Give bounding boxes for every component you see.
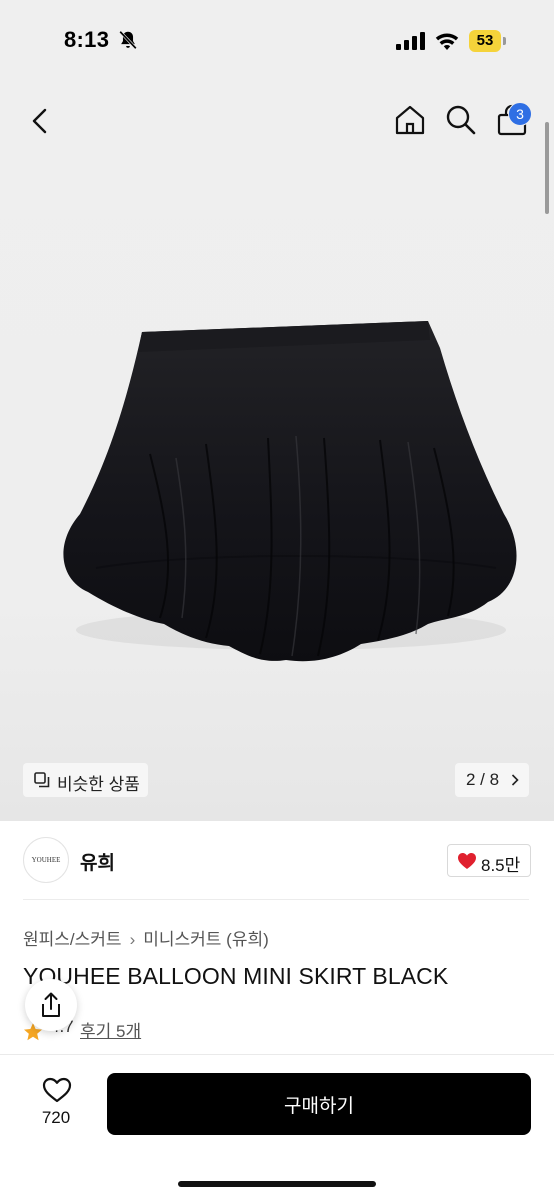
section-divider: [23, 899, 529, 900]
brand-like-button[interactable]: 8.5만: [447, 844, 531, 877]
home-indicator: [178, 1181, 376, 1187]
gallery-pager[interactable]: 2 / 8: [455, 763, 529, 797]
breadcrumb-subcategory[interactable]: 미니스커트 (유희): [143, 930, 269, 949]
breadcrumb-category[interactable]: 원피스/스커트: [23, 930, 122, 949]
product-title: YOUHEE BALLOON MINI SKIRT BLACK: [23, 963, 449, 989]
breadcrumb: 원피스/스커트 › 미니스커트 (유희): [23, 925, 269, 950]
share-button[interactable]: [25, 979, 77, 1031]
battery-tip: [503, 37, 506, 45]
reviews-link[interactable]: 후기 5개: [80, 1017, 141, 1042]
chevron-right-icon: [511, 774, 519, 786]
battery-level: 53: [469, 30, 501, 52]
product-photo-skirt[interactable]: [56, 318, 522, 668]
signal-icon: [396, 32, 425, 50]
cart-count-badge: 3: [508, 102, 532, 126]
brand-name[interactable]: 유희: [80, 848, 115, 875]
copy-icon: [34, 772, 50, 788]
status-time: 8:13: [64, 27, 110, 52]
brand-logo[interactable]: YOUHEE: [23, 837, 69, 883]
scrollbar-thumb[interactable]: [545, 122, 549, 214]
status-bar: 8:13 53: [0, 0, 554, 84]
similar-products-button[interactable]: 비슷한 상품: [23, 763, 148, 797]
page-indicator: 2 / 8: [466, 770, 500, 789]
chevron-right-icon: ›: [129, 930, 136, 949]
buy-button[interactable]: 구매하기: [107, 1073, 531, 1135]
similar-products-label: 비슷한 상품: [57, 775, 140, 794]
bell-muted-icon: [119, 30, 137, 50]
share-icon: [42, 992, 60, 1017]
search-icon[interactable]: [443, 102, 479, 138]
chevron-left-icon[interactable]: [26, 106, 54, 136]
brand-like-count: 8.5만: [481, 856, 521, 875]
wifi-icon: [435, 33, 459, 50]
home-icon[interactable]: [392, 102, 428, 138]
heart-outline-icon[interactable]: [42, 1077, 72, 1103]
wish-count: 720: [41, 1108, 71, 1127]
heart-filled-icon: [458, 853, 476, 869]
